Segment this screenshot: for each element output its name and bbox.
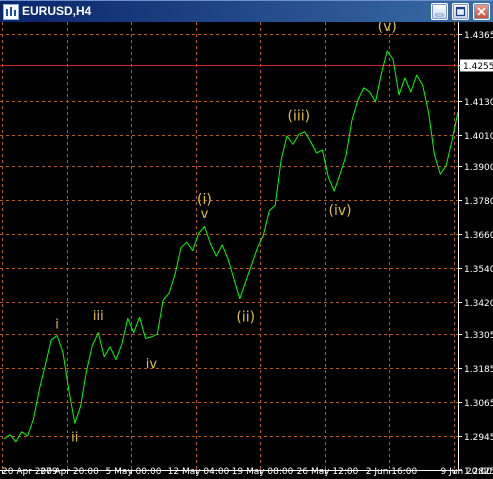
wave-label: (iv): [329, 203, 352, 219]
window-title: EURUSD,H4: [22, 4, 92, 18]
minimize-icon: [435, 13, 444, 17]
wave-label: v: [201, 207, 209, 222]
wave-label: (iii): [288, 108, 311, 124]
close-button[interactable]: [473, 3, 490, 20]
price-tick-label: 1.3185: [464, 365, 493, 375]
price-tick-label: 1.4010: [464, 132, 493, 142]
wave-labels: iiiiiiiv(i)v(ii)(iii)(iv)(v): [55, 22, 397, 446]
price-tick-label: 1.4130: [464, 98, 493, 108]
price-axis: 1.4365 1.4255 1.4130 1.4010 1.3900 1.3780 1.36…: [458, 22, 493, 477]
wave-label: i: [55, 317, 59, 332]
close-icon: [477, 7, 486, 16]
maximize-button[interactable]: [452, 3, 469, 20]
maximize-icon: [455, 6, 466, 17]
wave-label: (i): [197, 192, 212, 208]
horizontal-price-line[interactable]: 1.4255: [0, 59, 493, 73]
wave-label: (ii): [236, 309, 255, 325]
wave-label: iii: [93, 309, 104, 324]
minimize-button[interactable]: [431, 3, 448, 20]
price-chart[interactable]: 1.4365 1.4255 1.4130 1.4010 1.3900 1.3780 1.36…: [0, 22, 493, 479]
price-marker-label: 1.4255: [463, 62, 493, 72]
price-tick-label: 1.3660: [464, 231, 493, 241]
price-tick-label: 1.3305: [464, 331, 493, 341]
time-tick-label: 27 Apr 20:00: [40, 467, 99, 477]
price-tick-label: 1.2945: [464, 433, 493, 443]
price-tick-label: 1.3780: [464, 197, 493, 207]
time-axis: 20 Apr 200927 Apr 20:00 5 May 00:00 12 May…: [0, 467, 492, 477]
time-tick-label: 9 Jun 20:00: [441, 467, 493, 477]
price-tick-label: 1.3065: [464, 399, 493, 409]
time-tick-label: 12 May 04:00: [168, 467, 230, 477]
wave-label: (v): [378, 22, 397, 35]
chart-window-icon[interactable]: [3, 4, 19, 20]
price-tick-label: 1.3900: [464, 163, 493, 173]
time-tick-label: 2 Jun 16:00: [366, 467, 418, 477]
time-tick-label: 26 May 12:00: [297, 467, 359, 477]
time-tick-label: 19 May 08:00: [232, 467, 294, 477]
chart-area[interactable]: 1.4365 1.4255 1.4130 1.4010 1.3900 1.3780 1.36…: [0, 22, 493, 479]
wave-label: iv: [146, 357, 158, 372]
chart-window: EURUSD,H4 1.4365 1.4255 1.4130 1.4010 1.3900…: [0, 0, 493, 479]
wave-label: ii: [71, 431, 78, 446]
time-tick-label: 5 May 00:00: [106, 467, 162, 477]
title-bar[interactable]: EURUSD,H4: [0, 0, 493, 22]
price-tick-label: 1.3420: [464, 299, 493, 309]
grid-lines: [0, 22, 458, 471]
price-tick-label: 1.3540: [464, 265, 493, 275]
price-tick-label: 1.4365: [464, 31, 493, 41]
